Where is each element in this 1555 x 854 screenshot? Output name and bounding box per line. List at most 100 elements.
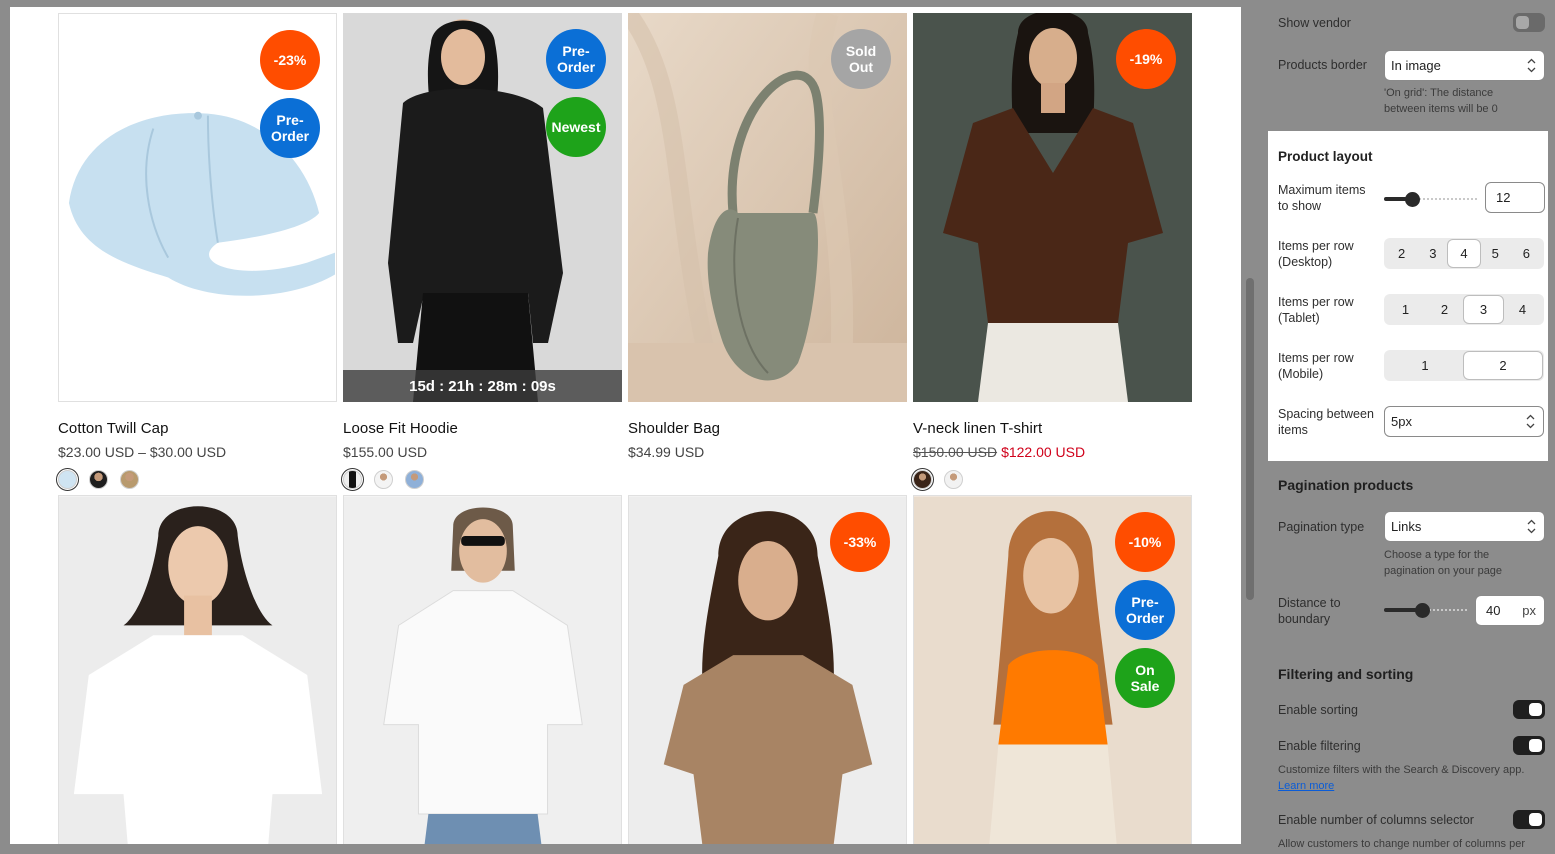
spacing-label: Spacing between items — [1278, 407, 1374, 437]
discount-badge: -23% — [260, 30, 320, 90]
product-name[interactable]: Loose Fit Hoodie — [343, 420, 622, 437]
distance-input[interactable]: 40 px — [1475, 595, 1545, 626]
slider-track — [1415, 198, 1477, 200]
product-name[interactable]: V-neck linen T-shirt — [913, 420, 1192, 437]
swatch[interactable] — [405, 470, 424, 489]
product-image[interactable] — [58, 495, 337, 844]
max-items-slider[interactable] — [1384, 192, 1477, 207]
spacing-select[interactable]: 5px — [1384, 406, 1544, 437]
preorder-badge: Pre- Order — [546, 29, 606, 89]
distance-label: Distance to boundary — [1278, 596, 1341, 626]
distance-unit: px — [1522, 603, 1536, 618]
pagination-type-select[interactable]: Links — [1384, 511, 1545, 542]
tablet-items-selector: 1234 — [1384, 294, 1544, 325]
product-image[interactable]: -10% Pre- Order On Sale — [913, 495, 1192, 844]
product-card[interactable]: -23% Pre- Order Cotton Twill Cap $23.00 … — [56, 13, 337, 491]
select-chevron-icon — [1526, 414, 1535, 429]
swatch[interactable] — [341, 468, 364, 491]
mobile-label: Items per row (Mobile) — [1278, 351, 1354, 381]
product-image[interactable]: Sold Out — [628, 13, 907, 402]
slider-track — [1425, 609, 1467, 611]
onsale-badge: On Sale — [1115, 648, 1175, 708]
mobile-option-2[interactable]: 2 — [1464, 352, 1542, 379]
filtering-help: Customize filters with the Search & Disc… — [1278, 764, 1525, 776]
product-card[interactable]: Sold Out Shoulder Bag $34.99 USD — [628, 13, 907, 460]
preview-scrollbar-thumb[interactable] — [1246, 278, 1254, 600]
product-price: $155.00 USD — [343, 444, 428, 460]
product-image[interactable] — [343, 495, 622, 844]
tablet-option-1[interactable]: 1 — [1386, 296, 1425, 323]
sorting-toggle[interactable] — [1513, 700, 1545, 719]
product-card[interactable] — [58, 495, 337, 844]
max-items-input[interactable]: 12 — [1485, 182, 1545, 213]
product-card[interactable]: -19% V-neck linen T-shirt $150.00 USD $12… — [911, 13, 1192, 491]
storefront-preview: -23% Pre- Order Cotton Twill Cap $23.00 … — [10, 7, 1241, 844]
soldout-badge: Sold Out — [831, 29, 891, 89]
swatch[interactable] — [89, 470, 108, 489]
tablet-option-2[interactable]: 2 — [1425, 296, 1464, 323]
tablet-label: Items per row (Tablet) — [1278, 295, 1354, 325]
swatch[interactable] — [911, 468, 934, 491]
pagination-type-label: Pagination type — [1278, 520, 1365, 534]
swatch[interactable] — [56, 468, 79, 491]
product-card[interactable] — [343, 495, 622, 844]
slider-handle[interactable] — [1405, 192, 1420, 207]
product-image[interactable]: -23% Pre- Order — [58, 13, 337, 402]
swatch[interactable] — [944, 470, 963, 489]
preorder-badge: Pre- Order — [260, 98, 320, 158]
white-tee-image — [59, 496, 336, 844]
select-chevron-icon — [1527, 519, 1536, 534]
product-card[interactable]: Pre- Order Newest 15d : 21h : 28m : 09s … — [341, 13, 622, 491]
mobile-option-1[interactable]: 1 — [1386, 352, 1464, 379]
discount-badge: -19% — [1116, 29, 1176, 89]
compare-price: $150.00 USD — [913, 444, 998, 460]
spacing-value: 5px — [1391, 414, 1412, 429]
pagination-type-value: Links — [1391, 519, 1422, 534]
desktop-label: Items per row (Desktop) — [1278, 239, 1354, 269]
product-price: $23.00 USD – $30.00 USD — [58, 444, 227, 460]
filtering-toggle[interactable] — [1513, 736, 1545, 755]
product-image[interactable]: Pre- Order Newest 15d : 21h : 28m : 09s — [343, 13, 622, 402]
swatch[interactable] — [374, 470, 393, 489]
product-image[interactable]: -19% — [913, 13, 1192, 402]
tablet-option-4[interactable]: 4 — [1503, 296, 1542, 323]
desktop-option-6[interactable]: 6 — [1511, 240, 1542, 267]
products-border-select[interactable]: In image — [1384, 50, 1545, 81]
slider-handle[interactable] — [1415, 603, 1430, 618]
color-swatches — [341, 468, 622, 491]
product-image[interactable]: -33% — [628, 495, 907, 844]
columns-selector-toggle[interactable] — [1513, 810, 1545, 829]
sale-price: $122.00 USD — [1001, 444, 1086, 460]
filtering-title: Filtering and sorting — [1278, 666, 1414, 682]
sorting-label: Enable sorting — [1278, 703, 1358, 717]
basic-tee-image — [344, 496, 621, 844]
show-vendor-toggle[interactable] — [1513, 13, 1545, 32]
select-chevron-icon — [1527, 58, 1536, 73]
desktop-option-5[interactable]: 5 — [1480, 240, 1511, 267]
distance-slider[interactable] — [1384, 603, 1467, 618]
max-items-value: 12 — [1496, 190, 1511, 205]
swatch[interactable] — [120, 470, 139, 489]
product-layout-section: Product layout Maximum items to show 12 … — [1268, 131, 1548, 461]
product-card[interactable]: -10% Pre- Order On Sale — [913, 495, 1192, 844]
product-price: $34.99 USD — [628, 444, 705, 460]
desktop-option-3[interactable]: 3 — [1417, 240, 1448, 267]
pagination-title: Pagination products — [1278, 477, 1414, 493]
newest-badge: Newest — [546, 97, 606, 157]
tablet-option-3[interactable]: 3 — [1464, 296, 1503, 323]
columns-selector-help: Allow customers to change number of colu… — [1278, 838, 1526, 850]
product-name[interactable]: Cotton Twill Cap — [58, 420, 337, 437]
products-border-value: In image — [1391, 58, 1441, 73]
slider-fill — [1384, 197, 1407, 201]
product-card[interactable]: -33% — [628, 495, 907, 844]
desktop-items-selector: 23456 — [1384, 238, 1544, 269]
product-name[interactable]: Shoulder Bag — [628, 420, 907, 437]
learn-more-link[interactable]: Learn more — [1278, 778, 1334, 794]
color-swatches — [56, 468, 337, 491]
desktop-option-4[interactable]: 4 — [1448, 240, 1480, 267]
show-vendor-label: Show vendor — [1278, 16, 1351, 30]
discount-badge: -33% — [830, 512, 890, 572]
products-border-help: 'On grid': The distance between items wi… — [1384, 87, 1498, 115]
product-layout-title: Product layout — [1278, 149, 1373, 164]
desktop-option-2[interactable]: 2 — [1386, 240, 1417, 267]
